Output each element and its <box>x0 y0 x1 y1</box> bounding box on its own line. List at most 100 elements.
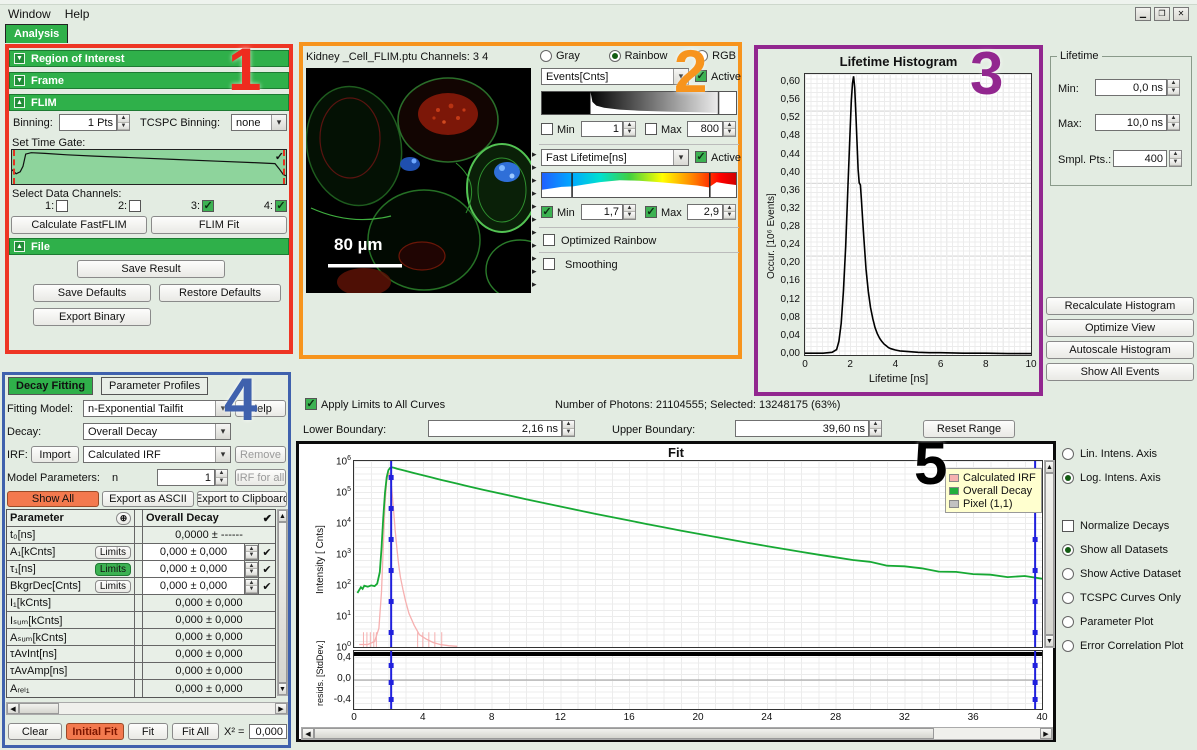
limits-button[interactable]: Limits <box>95 580 131 593</box>
param-spinner[interactable]: ▲▼ <box>245 561 259 577</box>
clear-button[interactable]: Clear <box>8 723 62 740</box>
intensity-max-spinner[interactable]: ▲▼ <box>723 121 736 137</box>
lower-boundary-input[interactable]: 2,16 ns <box>428 420 562 437</box>
fitting-model-select[interactable]: n-Exponential Tailfit <box>83 400 231 417</box>
sample-points-input[interactable]: 400 <box>1113 150 1167 167</box>
gate-left-boundary[interactable] <box>13 150 15 184</box>
param-spinner[interactable]: ▲▼ <box>245 544 259 560</box>
collapse-icon[interactable]: ▲ <box>14 97 25 108</box>
recalculate-histogram-button[interactable]: Recalculate Histogram <box>1046 297 1194 315</box>
apply-limits-checkbox[interactable] <box>305 398 317 410</box>
lifetime-channel-select[interactable]: Fast Lifetime[ns] <box>541 149 689 166</box>
decay-select[interactable]: Overall Decay <box>83 423 231 440</box>
histogram-plot[interactable] <box>804 73 1032 356</box>
limits-button[interactable]: Limits <box>95 546 131 559</box>
optimize-view-button[interactable]: Optimize View <box>1046 319 1194 337</box>
spinner[interactable]: ▲▼ <box>245 579 258 594</box>
minimize-button[interactable]: ▁ <box>1135 7 1151 21</box>
radio-error-correlation-plot[interactable] <box>1062 640 1074 652</box>
close-button[interactable]: ✕ <box>1173 7 1189 21</box>
menu-window[interactable]: Window <box>8 7 51 21</box>
autoscale-histogram-button[interactable]: Autoscale Histogram <box>1046 341 1194 359</box>
tcspc-binning-select[interactable]: none <box>231 114 287 131</box>
param-check[interactable]: ✔ <box>259 544 275 560</box>
lifetime-min-checkbox[interactable] <box>541 206 553 218</box>
show-all-events-button[interactable]: Show All Events <box>1046 363 1194 381</box>
intensity-max-input[interactable]: 800 <box>687 121 723 137</box>
tab-parameter-profiles[interactable]: Parameter Profiles <box>101 377 208 395</box>
upper-boundary-input[interactable]: 39,60 ns <box>735 420 869 437</box>
lifetime-max-spinner[interactable]: ▲▼ <box>723 204 736 220</box>
option-show-active-dataset[interactable]: Show Active Dataset <box>1062 567 1181 581</box>
calculate-fastflim-button[interactable]: Calculate FastFLIM <box>11 216 147 234</box>
option-tcspc-curves-only[interactable]: TCSPC Curves Only <box>1062 591 1181 605</box>
option-log-intens-axis[interactable]: Log. Intens. Axis <box>1062 471 1161 485</box>
fit-button[interactable]: Fit <box>128 723 168 740</box>
lifetime-max-input[interactable]: 2,9 <box>687 204 723 220</box>
fit-vscrollbar[interactable]: ▲▼ <box>1044 460 1055 648</box>
fit-residual-plot[interactable] <box>353 650 1043 710</box>
lifetime-min-input[interactable]: 0,0 ns <box>1095 79 1167 96</box>
option-normalize-decays[interactable]: Normalize Decays <box>1062 519 1169 533</box>
irf-import-button[interactable]: Import <box>31 446 79 463</box>
irf-select[interactable]: Calculated IRF <box>83 446 231 463</box>
n-input[interactable]: 1 <box>157 469 215 486</box>
save-defaults-button[interactable]: Save Defaults <box>33 284 151 302</box>
param-value[interactable]: 0,000 ± 0,000 <box>143 544 245 560</box>
intensity-min-checkbox[interactable] <box>541 123 553 135</box>
lifetime-max-input[interactable]: 10,0 ns <box>1095 114 1167 131</box>
spinner[interactable]: ▲▼ <box>245 545 258 560</box>
channel-4-checkbox[interactable] <box>275 200 287 212</box>
export-binary-button[interactable]: Export Binary <box>33 308 151 326</box>
collapse-icon[interactable]: ▲ <box>14 241 25 252</box>
flim-image[interactable]: 80 µm <box>306 68 531 293</box>
lifetime-min-spinner[interactable]: ▲▼ <box>1167 79 1180 96</box>
lifetime-min-spinner[interactable]: ▲▼ <box>623 204 636 220</box>
binning-input[interactable]: 1 Pts <box>59 114 117 131</box>
param-spinner[interactable]: ▲▼ <box>245 578 259 594</box>
intensity-max-checkbox[interactable] <box>645 123 657 135</box>
mode-gray[interactable]: Gray <box>540 50 580 62</box>
export-ascii-button[interactable]: Export as ASCII <box>102 491 194 507</box>
collapse-icon[interactable]: ▼ <box>14 53 25 64</box>
radio-parameter-plot[interactable] <box>1062 616 1074 628</box>
upper-boundary-spinner[interactable]: ▲▼ <box>869 420 882 437</box>
intensity-min-spinner[interactable]: ▲▼ <box>623 121 636 137</box>
menu-help[interactable]: Help <box>65 7 90 21</box>
lower-boundary-spinner[interactable]: ▲▼ <box>562 420 575 437</box>
fit-all-button[interactable]: Fit All <box>172 723 219 740</box>
spinner[interactable]: ▲▼ <box>245 562 258 577</box>
intensity-channel-select[interactable]: Events[Cnts] <box>541 68 689 85</box>
save-result-button[interactable]: Save Result <box>77 260 225 278</box>
lifetime-active-checkbox[interactable] <box>695 151 707 163</box>
channel-1-checkbox[interactable] <box>56 200 68 212</box>
radio-lin-intens-axis[interactable] <box>1062 448 1074 460</box>
export-clipboard-button[interactable]: Export to Clipboard <box>197 491 287 507</box>
lifetime-max-spinner[interactable]: ▲▼ <box>1167 114 1180 131</box>
channel-3-checkbox[interactable] <box>202 200 214 212</box>
smoothing-checkbox[interactable] <box>543 258 555 270</box>
radio-tcspc-curves-only[interactable] <box>1062 592 1074 604</box>
mode-rainbow[interactable]: Rainbow <box>609 50 668 62</box>
radio-show-all-datasets[interactable] <box>1062 544 1074 556</box>
table-vscrollbar[interactable]: ▲▼ <box>277 509 288 696</box>
lifetime-min-input[interactable]: 1,7 <box>581 204 623 220</box>
channel-2-checkbox[interactable] <box>129 200 141 212</box>
option-error-correlation-plot[interactable]: Error Correlation Plot <box>1062 639 1183 653</box>
show-all-button[interactable]: Show All <box>7 491 99 507</box>
check-normalize-decays[interactable] <box>1062 520 1074 532</box>
intensity-min-input[interactable]: 1 <box>581 121 623 137</box>
section-file[interactable]: ▲ File <box>9 238 289 255</box>
initial-fit-button[interactable]: Initial Fit <box>66 723 124 740</box>
radio-log-intens-axis[interactable] <box>1062 472 1074 484</box>
time-gate-plot[interactable]: ✓ <box>11 149 287 185</box>
sample-points-spinner[interactable]: ▲▼ <box>1169 150 1182 167</box>
collapse-icon[interactable]: ▼ <box>14 75 25 86</box>
binning-spinner[interactable]: ▲▼ <box>117 114 130 131</box>
lifetime-max-checkbox[interactable] <box>645 206 657 218</box>
limits-button[interactable]: Limits <box>95 563 131 576</box>
tab-decay-fitting[interactable]: Decay Fitting <box>8 377 93 395</box>
restore-defaults-button[interactable]: Restore Defaults <box>159 284 281 302</box>
radio-rainbow[interactable] <box>609 50 621 62</box>
radio-gray[interactable] <box>540 50 552 62</box>
